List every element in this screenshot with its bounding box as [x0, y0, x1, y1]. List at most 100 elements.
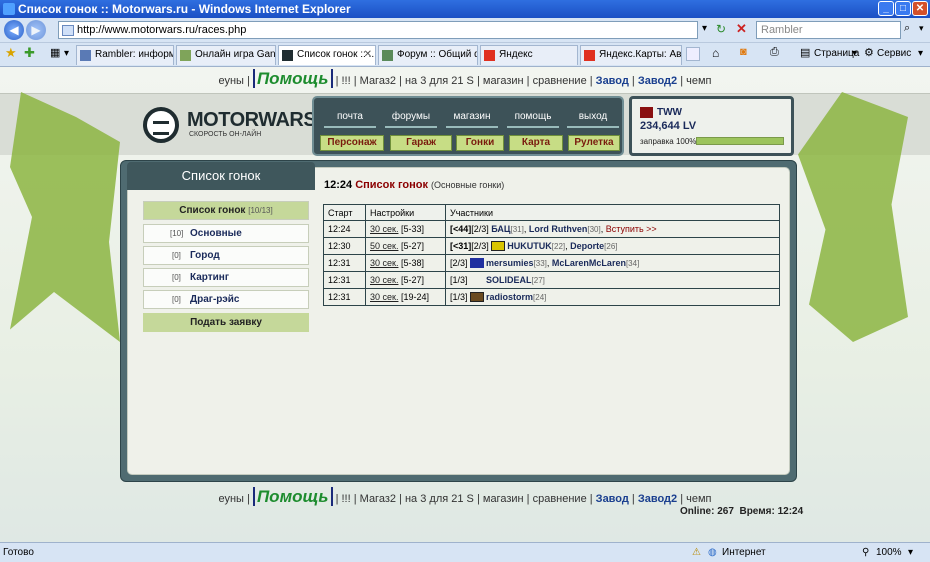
tab-list-icon[interactable]: ▾ — [64, 48, 69, 59]
favorites-star-icon[interactable]: ★ — [5, 45, 17, 61]
search-input[interactable]: Rambler — [756, 21, 901, 39]
races-title: Список гонок — [355, 179, 428, 191]
submit-application-button[interactable]: Подать заявку — [143, 313, 309, 332]
menu-shop[interactable]: магазин — [446, 106, 498, 128]
races-table: Старт Настройки Участники 12:24 30 сек. … — [323, 204, 780, 306]
join-race-link[interactable]: Вступить >> — [606, 224, 657, 234]
race-time-link[interactable]: 30 сек. — [370, 224, 398, 234]
feeds-icon[interactable]: ◙ — [740, 46, 747, 58]
stop-icon[interactable]: ✕ — [736, 21, 747, 37]
tools-gear-icon[interactable]: ⚙ — [864, 46, 874, 59]
back-icon[interactable]: ◀ — [4, 20, 24, 40]
maximize-button[interactable]: □ — [895, 1, 911, 16]
address-dropdown-icon[interactable]: ▾ — [702, 23, 707, 34]
menu-forums[interactable]: форумы — [385, 106, 437, 128]
sidebar-item-label: Драг-рэйс — [190, 294, 240, 305]
minimize-button[interactable]: _ — [878, 1, 894, 16]
race-slots: [1/3] — [450, 274, 468, 285]
participant-name[interactable]: Deporte — [570, 241, 604, 251]
address-field[interactable]: http://www.motorwars.ru/races.php — [58, 21, 698, 39]
menu-character[interactable]: Персонаж — [320, 135, 384, 151]
menu-garage[interactable]: Гараж — [390, 135, 452, 151]
link-champ[interactable]: чемп — [686, 493, 711, 505]
sidebar-item-main[interactable]: [10] Основные — [143, 224, 309, 243]
race-level-range: [5-27] — [400, 241, 424, 251]
tab-yandex[interactable]: Яндекс — [480, 45, 578, 65]
home-icon[interactable]: ⌂ — [712, 46, 719, 60]
sidebar-item-city[interactable]: [0] Город — [143, 246, 309, 265]
link-magaz2[interactable]: Магаз2 — [360, 75, 396, 87]
participant-name[interactable]: SOLIDEAL — [486, 275, 532, 285]
tab-races[interactable]: Список гонок :: ... ✕ — [278, 45, 376, 65]
tab-ganja[interactable]: Онлайн игра Ganja... — [176, 45, 276, 65]
participant-name[interactable]: McLarenMcLaren — [552, 258, 626, 268]
quick-tabs-icon[interactable]: ▦ — [50, 46, 60, 59]
race-time-link[interactable]: 30 сек. — [370, 292, 398, 302]
forward-icon[interactable]: ▶ — [26, 20, 46, 40]
menu-exit[interactable]: выход — [567, 106, 619, 128]
link-magaz2[interactable]: Магаз2 — [360, 493, 396, 505]
menu-mail[interactable]: почта — [324, 106, 376, 128]
link-excl[interactable]: !!! — [342, 75, 351, 87]
race-time-link[interactable]: 30 сек. — [370, 258, 398, 268]
tab-yandex-maps[interactable]: Яндекс.Карты: Ав... — [580, 45, 682, 65]
search-dropdown-icon[interactable]: ▾ — [919, 23, 924, 34]
menu-map[interactable]: Карта — [509, 135, 563, 151]
tab-label: Яндекс — [499, 49, 533, 60]
print-icon[interactable]: ⎙ — [770, 46, 779, 59]
link-help[interactable]: Помощь — [252, 487, 333, 506]
menu-roulette[interactable]: Рулетка — [568, 135, 620, 151]
server-time: Время: 12:24 — [739, 506, 804, 517]
popup-blocked-icon[interactable]: ⚠ — [692, 547, 701, 558]
table-header-row: Старт Настройки Участники — [323, 204, 780, 221]
race-start: 12:31 — [323, 254, 366, 272]
zoom-icon[interactable]: ⚲ — [862, 547, 869, 558]
participant-name[interactable]: Lord Ruthven — [529, 224, 588, 234]
zoom-level[interactable]: 100% — [876, 547, 902, 558]
zoom-dropdown-icon[interactable]: ▾ — [908, 547, 913, 558]
fuel-bar-fill — [697, 138, 783, 144]
sidebar-header[interactable]: Список гонок [10/13] — [143, 201, 309, 220]
link-excl[interactable]: !!! — [342, 493, 351, 505]
link-zavod[interactable]: Завод — [596, 493, 629, 505]
race-time-link[interactable]: 30 сек. — [370, 275, 398, 285]
tab-close-icon[interactable]: ✕ — [364, 49, 372, 60]
race-limit: [<44] — [450, 224, 472, 234]
sidebar-item-drag[interactable]: [0] Драг-рэйс — [143, 290, 309, 309]
link-euny[interactable]: еуны — [218, 75, 243, 87]
tab-rambler[interactable]: Rambler: информац... — [76, 45, 174, 65]
sidebar-item-karting[interactable]: [0] Картинг — [143, 268, 309, 287]
link-help[interactable]: Помощь — [252, 69, 333, 88]
participant-name[interactable]: HUKUTUK — [507, 241, 552, 251]
tab-forum[interactable]: Форум :: Общий фор... — [378, 45, 478, 65]
browser-statusbar: Готово ⚠ ◍ Интернет ⚲ 100% ▾ — [0, 542, 930, 562]
link-champ[interactable]: чемп — [686, 75, 711, 87]
link-zavod2[interactable]: Завод2 — [638, 75, 677, 87]
page-menu-icon[interactable]: ▤ — [800, 46, 810, 59]
link-na3[interactable]: на 3 для 21 S — [405, 75, 474, 87]
link-shop[interactable]: магазин — [483, 493, 524, 505]
link-shop[interactable]: магазин — [483, 75, 524, 87]
new-tab-button[interactable] — [686, 47, 700, 61]
link-euny[interactable]: еуны — [218, 493, 243, 505]
link-zavod2[interactable]: Завод2 — [638, 493, 677, 505]
menu-races[interactable]: Гонки — [456, 135, 504, 151]
participant-name[interactable]: БАЦ — [491, 224, 510, 234]
link-compare[interactable]: сравнение — [533, 493, 587, 505]
link-na3[interactable]: на 3 для 21 S — [405, 493, 474, 505]
tools-menu[interactable]: Сервис — [877, 48, 911, 59]
participant-name[interactable]: radiostorm — [486, 292, 533, 302]
search-icon[interactable]: ⌕ — [904, 22, 910, 35]
participant-name[interactable]: mersumies — [486, 258, 534, 268]
page-menu-dropdown-icon[interactable]: ▾ — [852, 48, 857, 59]
race-time-link[interactable]: 50 сек. — [370, 241, 398, 251]
user-name[interactable]: TWW — [657, 107, 682, 118]
tools-menu-dropdown-icon[interactable]: ▾ — [918, 48, 923, 59]
add-favorites-icon[interactable]: ✚ — [24, 45, 35, 61]
link-compare[interactable]: сравнение — [533, 75, 587, 87]
close-button[interactable]: ✕ — [912, 1, 928, 16]
site-logo[interactable]: MOTORWARS.RU СКОРОСТЬ ОН-ЛАЙН — [143, 105, 350, 143]
refresh-icon[interactable]: ↻ — [716, 22, 726, 36]
link-zavod[interactable]: Завод — [596, 75, 629, 87]
menu-help[interactable]: помощь — [507, 106, 559, 128]
